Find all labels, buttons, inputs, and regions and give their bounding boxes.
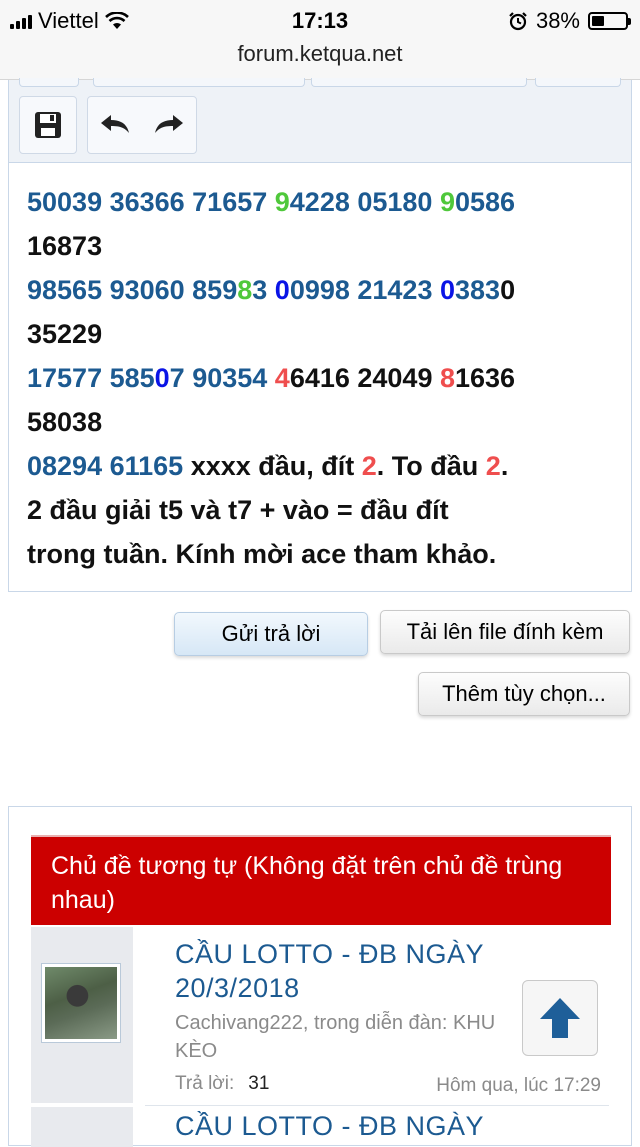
message-editor[interactable]: 50039 36366 71657 94228 05180 90586 16873… — [8, 78, 632, 592]
undo-arrow-icon[interactable] — [97, 107, 133, 143]
content-segment: 98565 93060 859 — [27, 275, 238, 305]
content-line: 2 đầu giải t5 và t7 + vào = đầu đít — [27, 488, 619, 532]
thread-replies: Trả lời: 31 — [175, 1073, 269, 1095]
content-line: 58038 — [27, 400, 619, 444]
content-segment: 16873 — [27, 231, 103, 261]
content-segment: 0 — [439, 275, 455, 305]
divider — [145, 1105, 609, 1106]
save-group — [19, 96, 77, 154]
content-segment: 17577 585 — [27, 363, 155, 393]
content-segment: 1636 — [455, 363, 516, 393]
alarm-icon — [509, 12, 527, 31]
thread-avatar-column — [31, 927, 133, 1103]
content-segment: 4228 05180 — [289, 187, 440, 217]
more-options-button[interactable]: Thêm tùy chọn... — [418, 672, 630, 716]
avatar[interactable] — [41, 963, 121, 1043]
content-segment: 9 — [274, 187, 290, 217]
upload-attachment-button[interactable]: Tải lên file đính kèm — [380, 610, 630, 654]
thread-title-line: 20/3/2018 — [175, 973, 300, 1003]
thread-title-line: CẦU LOTTO - ĐB NGÀY — [175, 939, 485, 969]
content-segment: 8 — [237, 275, 253, 305]
content-line: 98565 93060 85983 00998 21423 03830 — [27, 268, 619, 312]
history-group — [87, 96, 197, 154]
status-bar: Viettel 17:13 38% — [0, 0, 640, 40]
content-line: 35229 — [27, 312, 619, 356]
content-line: 17577 58507 90354 46416 24049 81636 — [27, 356, 619, 400]
content-segment: 2 — [485, 451, 501, 481]
reply-button[interactable]: Gửi trả lời — [174, 612, 368, 656]
address-bar[interactable]: forum.ketqua.net — [0, 40, 640, 80]
content-segment: 2 — [361, 451, 377, 481]
editor-toolbar — [9, 78, 631, 163]
redo-arrow-icon[interactable] — [151, 107, 187, 143]
content-segment: 7 90354 — [169, 363, 275, 393]
similar-threads-heading: Chủ đề tương tự (Không đặt trên chủ đề t… — [31, 835, 611, 925]
content-segment: 35229 — [27, 319, 103, 349]
thread-avatar-column — [31, 1107, 133, 1147]
content-segment: 2 đầu giải t5 và t7 + vào = đầu đít — [27, 495, 449, 525]
battery-icon — [588, 12, 631, 30]
content-line: 08294 61165 xxxx đầu, đít 2. To đầu 2. — [27, 444, 619, 488]
content-segment: . To đầu — [376, 451, 486, 481]
content-segment: 50039 36366 71657 — [27, 187, 275, 217]
arrow-up-icon — [540, 998, 580, 1038]
content-segment: 383 — [455, 275, 501, 305]
content-segment: . — [500, 451, 509, 481]
thread-meta-line: Cachivang222, trong diễn đàn: KHU — [175, 1012, 496, 1034]
content-line: trong tuần. Kính mời ace tham khảo. — [27, 532, 619, 576]
thread-meta: Cachivang222, trong diễn đàn: KHU KÈO — [175, 1009, 505, 1065]
content-segment: 6416 24049 — [289, 363, 440, 393]
thread-title-line: CẦU LOTTO - ĐB NGÀY — [175, 1111, 485, 1141]
content-segment: 8 — [439, 363, 455, 393]
replies-count: 31 — [248, 1073, 270, 1094]
battery-percent: 38% — [535, 8, 580, 33]
thread-date: Hôm qua, lúc 17:29 — [436, 1075, 601, 1096]
content-segment: 9 — [439, 187, 455, 217]
content-segment: 08294 61165 — [27, 451, 191, 481]
editor-content[interactable]: 50039 36366 71657 94228 05180 90586 16873… — [27, 180, 619, 576]
content-segment: trong tuần. Kính mời ace tham khảo. — [27, 539, 497, 569]
content-segment: 58038 — [27, 407, 103, 437]
replies-label: Trả lời: — [175, 1073, 235, 1094]
thread-title-link[interactable]: CẦU LOTTO - ĐB NGÀY 20/3/2018 — [175, 937, 484, 1005]
content-segment: 0586 — [454, 187, 516, 217]
content-segment: 4 — [274, 363, 290, 393]
content-segment: 0 — [274, 275, 290, 305]
floppy-disk-icon[interactable] — [30, 107, 66, 143]
thread-title-link[interactable]: CẦU LOTTO - ĐB NGÀY — [175, 1109, 484, 1143]
content-segment: 0 — [154, 363, 170, 393]
similar-threads-panel: Chủ đề tương tự (Không đặt trên chủ đề t… — [8, 806, 632, 1147]
scroll-to-top-button[interactable] — [522, 980, 598, 1056]
url-text: forum.ketqua.net — [237, 41, 403, 66]
content-line: 16873 — [27, 224, 619, 268]
content-segment: 0998 21423 — [289, 275, 440, 305]
content-segment: xxxx đầu, đít — [190, 451, 362, 481]
content-line: 50039 36366 71657 94228 05180 90586 — [27, 180, 619, 224]
content-segment: 3 — [252, 275, 275, 305]
thread-meta-line: KÈO — [175, 1040, 218, 1062]
content-segment: 0 — [500, 275, 516, 305]
